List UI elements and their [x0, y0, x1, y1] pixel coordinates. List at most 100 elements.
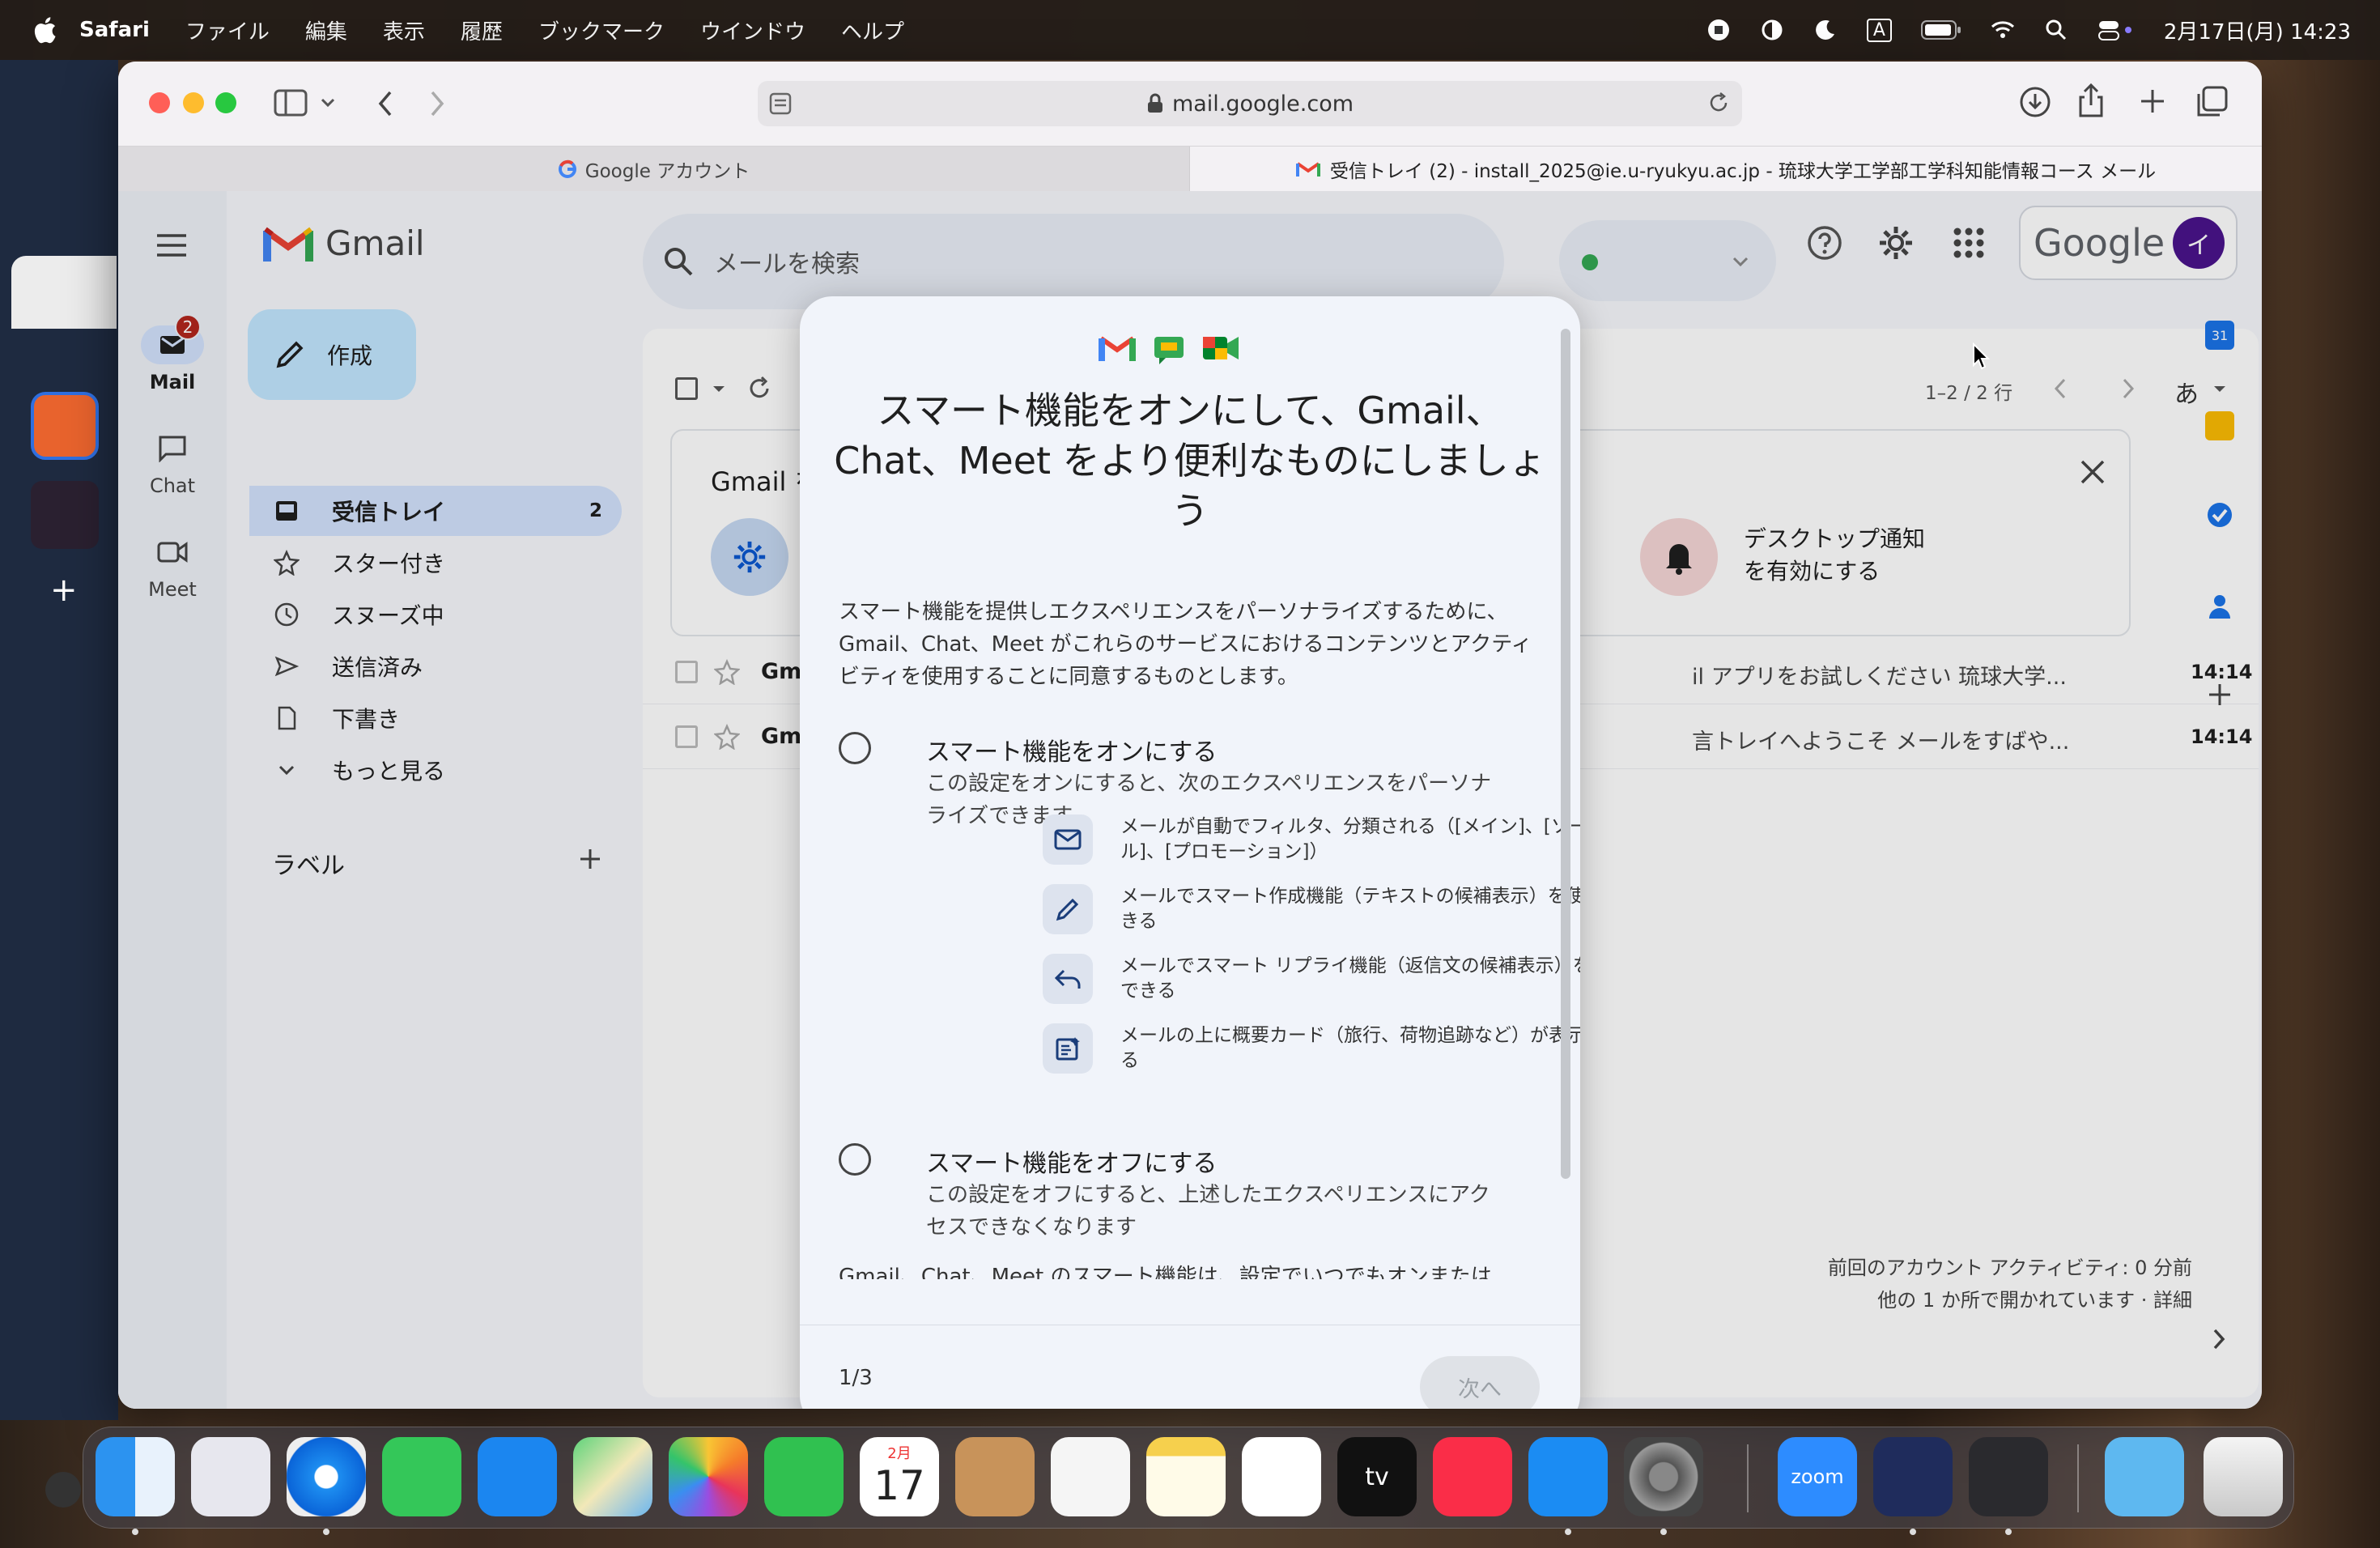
- quicktime-icon[interactable]: [1969, 1437, 2048, 1516]
- safari-toolbar: mail.google.com: [118, 62, 2262, 146]
- close-window-button[interactable]: [149, 92, 170, 113]
- menubar-app-name[interactable]: Safari: [79, 18, 150, 42]
- safari-icon[interactable]: [287, 1437, 366, 1516]
- mail-app-icon[interactable]: [478, 1437, 557, 1516]
- app-store-icon[interactable]: [1528, 1437, 1608, 1516]
- spotlight-search-icon[interactable]: [2044, 18, 2068, 42]
- dialog-footer: 1/3 次へ: [800, 1325, 1580, 1409]
- feature-text: メールでスマート リプライ機能（返信文の候補表示）を使用できる: [1120, 955, 1580, 1002]
- downloads-folder-icon[interactable]: [2105, 1437, 2184, 1516]
- summary-card-icon: [1056, 1037, 1080, 1061]
- feature-text: メールでスマート作成機能（テキストの候補表示）を使用できる: [1120, 886, 1580, 932]
- feature-item: [1043, 884, 1093, 934]
- dock-toggle-icon[interactable]: [45, 1472, 81, 1508]
- feature-text: メールが自動でフィルタ、分類される（[メイン]、[ソーシャル]、[プロモーション…: [1120, 816, 1580, 862]
- wifi-icon[interactable]: [1991, 18, 2015, 42]
- menu-window[interactable]: ウインドウ: [700, 15, 805, 45]
- dialog-cutoff-text: Gmail、Chat、Meet のスマート機能は、設定でいつでもオンまたは: [839, 1265, 1492, 1279]
- feature-item: [1043, 954, 1093, 1004]
- background-window-titlebar: [11, 256, 117, 329]
- tab-bar: Google アカウント 受信トレイ (2) - install_2025@ie…: [118, 146, 2262, 192]
- reader-icon[interactable]: [769, 92, 792, 115]
- focus-timer-icon[interactable]: [1873, 1437, 1953, 1516]
- zoom-window-button[interactable]: [215, 92, 236, 113]
- trash-icon[interactable]: [2204, 1437, 2283, 1516]
- finder-icon[interactable]: [96, 1437, 175, 1516]
- download-icon[interactable]: [2019, 86, 2051, 118]
- tab-google-account[interactable]: Google アカウント: [118, 147, 1190, 192]
- address-bar[interactable]: mail.google.com: [758, 81, 1742, 126]
- record-icon[interactable]: [1706, 18, 1731, 42]
- smart-features-off-radio[interactable]: [839, 1143, 871, 1176]
- calendar-app-icon[interactable]: 2月 17: [860, 1437, 939, 1516]
- apple-menu-icon[interactable]: [32, 15, 57, 45]
- messages-icon[interactable]: [382, 1437, 461, 1516]
- meet-logo-icon: [1203, 337, 1239, 359]
- notes-icon[interactable]: [1146, 1437, 1226, 1516]
- system-settings-icon[interactable]: [1624, 1437, 1703, 1516]
- menu-edit[interactable]: 編集: [305, 15, 347, 45]
- calendar-month: 2月: [887, 1445, 912, 1462]
- option-off-title[interactable]: スマート機能をオフにする: [926, 1143, 1217, 1179]
- smart-features-on-radio[interactable]: [839, 732, 871, 764]
- sidebar-toggle-icon[interactable]: [274, 89, 308, 117]
- feature-item: [1043, 1023, 1093, 1074]
- reply-icon: [1054, 969, 1081, 989]
- menubar: Safari ファイル 編集 表示 履歴 ブックマーク ウインドウ ヘルプ A …: [0, 0, 2380, 60]
- gmail-m-icon: [1099, 336, 1136, 361]
- moon-icon[interactable]: [1813, 18, 1838, 42]
- freeform-icon[interactable]: [1242, 1437, 1321, 1516]
- input-mode-indicator[interactable]: A: [1866, 18, 1892, 42]
- chevron-down-icon[interactable]: [321, 97, 335, 108]
- option-off-subtitle: この設定をオフにすると、上述したエクスペリエンスにアクセスできなくなります: [926, 1183, 1490, 1240]
- mail-icon: [1054, 829, 1082, 850]
- menu-bookmarks[interactable]: ブックマーク: [538, 15, 665, 45]
- dock-separator: [1747, 1444, 1749, 1512]
- feature-item: [1043, 814, 1093, 865]
- maps-icon[interactable]: [573, 1437, 652, 1516]
- google-favicon-icon: [558, 159, 576, 178]
- dialog-description: スマート機能を提供しエクスペリエンスをパーソナライズするために、Gmail、Ch…: [839, 600, 1532, 689]
- tab-label: 受信トレイ (2) - install_2025@ie.u-ryukyu.ac.…: [1329, 161, 2157, 182]
- smart-features-dialog: スマート機能をオンにして、Gmail、Chat、Meet をより便利なものにしま…: [800, 296, 1580, 1409]
- next-button[interactable]: 次へ: [1420, 1356, 1540, 1409]
- tab-label: Google アカウント: [584, 161, 750, 182]
- add-icon[interactable]: +: [50, 572, 78, 609]
- lock-icon: [1147, 93, 1162, 113]
- option-on-title[interactable]: スマート機能をオンにする: [926, 732, 1217, 768]
- background-app-icon: [31, 481, 99, 549]
- dialog-scrollbar[interactable]: [1561, 329, 1570, 1179]
- battery-icon[interactable]: [1920, 19, 1961, 40]
- new-tab-icon[interactable]: [2139, 87, 2166, 115]
- photos-icon[interactable]: [669, 1437, 748, 1516]
- minimize-window-button[interactable]: [183, 92, 204, 113]
- product-logos: [1098, 334, 1240, 366]
- focus-icon[interactable]: [1760, 18, 1784, 42]
- tab-overview-icon[interactable]: [2195, 86, 2228, 118]
- menubar-clock[interactable]: 2月17日(月) 14:23: [2164, 15, 2351, 45]
- back-icon[interactable]: [376, 89, 395, 118]
- zoom-icon[interactable]: zoom: [1778, 1437, 1857, 1516]
- facetime-icon[interactable]: [764, 1437, 844, 1516]
- pencil-icon: [1056, 898, 1079, 921]
- reload-icon[interactable]: [1706, 91, 1731, 115]
- control-center-icon[interactable]: [2097, 18, 2135, 42]
- chat-logo-icon: [1154, 337, 1184, 364]
- apple-tv-icon[interactable]: tv: [1337, 1437, 1417, 1516]
- forward-icon[interactable]: [427, 89, 447, 118]
- gmail-app: 2 Mail Chat Meet Gmail メールを検索 Google イ 作…: [118, 191, 2262, 1409]
- music-icon[interactable]: [1433, 1437, 1512, 1516]
- menu-history[interactable]: 履歴: [461, 15, 503, 45]
- menu-file[interactable]: ファイル: [185, 15, 270, 45]
- tab-gmail-inbox[interactable]: 受信トレイ (2) - install_2025@ie.u-ryukyu.ac.…: [1190, 147, 2262, 192]
- mouse-cursor-icon: [1973, 342, 1990, 370]
- running-indicator: [1660, 1529, 1667, 1535]
- menu-view[interactable]: 表示: [383, 15, 425, 45]
- reminders-icon[interactable]: [1051, 1437, 1130, 1516]
- running-indicator: [1565, 1529, 1571, 1535]
- launchpad-icon[interactable]: [191, 1437, 270, 1516]
- share-icon[interactable]: [2077, 83, 2105, 118]
- running-indicator: [2005, 1529, 2012, 1535]
- contacts-app-icon[interactable]: [955, 1437, 1035, 1516]
- menu-help[interactable]: ヘルプ: [841, 15, 904, 45]
